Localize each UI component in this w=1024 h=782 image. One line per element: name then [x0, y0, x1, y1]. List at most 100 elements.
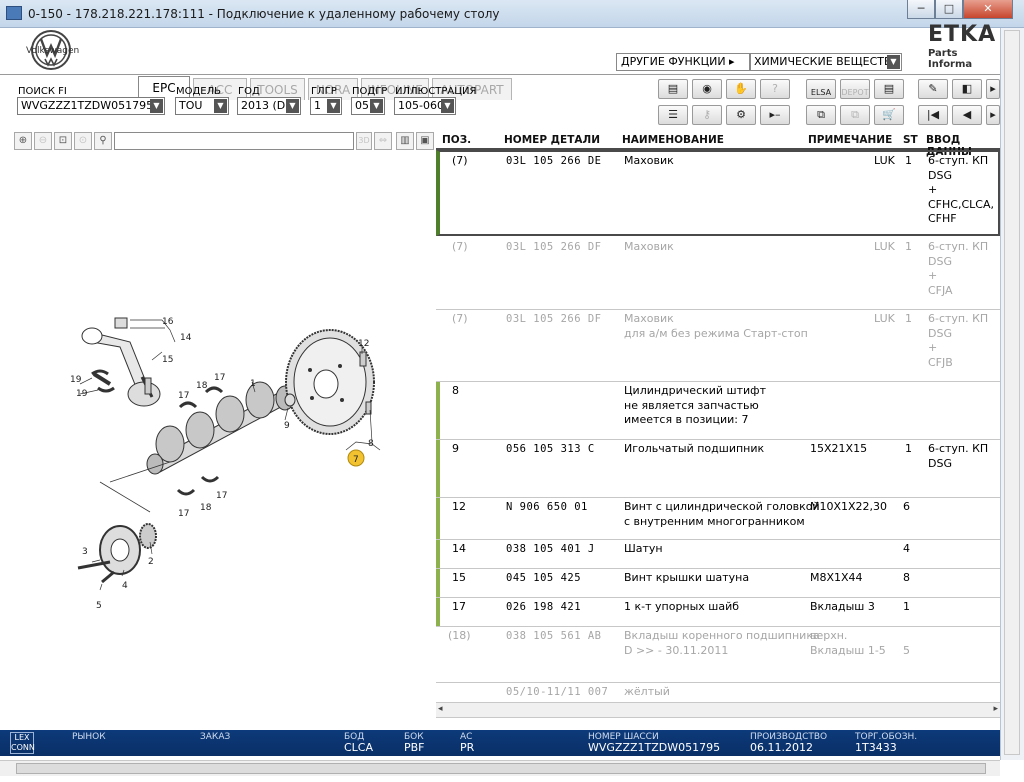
- col-name[interactable]: НАИМЕНОВАНИЕ: [622, 134, 724, 146]
- help-button[interactable]: ?: [760, 79, 790, 99]
- minimize-button[interactable]: ─: [907, 0, 935, 19]
- model-select[interactable]: TOU ▼: [175, 97, 229, 115]
- fi-value: WVGZZZ1TZDW051795: [21, 99, 154, 112]
- list-button[interactable]: ☰: [658, 105, 688, 125]
- callout-1[interactable]: 1: [250, 379, 256, 389]
- callout-3[interactable]: 3: [82, 547, 88, 557]
- table-row[interactable]: (18) 038 105 561 AB Вкладыш коренного по…: [436, 627, 1000, 683]
- key-button[interactable]: ⚷: [692, 105, 722, 125]
- col-note[interactable]: ПРИМЕЧАНИЕ: [808, 134, 892, 146]
- prev-page-button[interactable]: ◀: [952, 105, 982, 125]
- table-row[interactable]: 12 N 906 650 01 Винт с цилиндрической го…: [436, 498, 1000, 540]
- layout-icon[interactable]: ▥: [396, 132, 414, 150]
- compare-button[interactable]: ⧉: [840, 105, 870, 125]
- maximize-button[interactable]: □: [935, 0, 963, 19]
- callout-5[interactable]: 5: [96, 601, 102, 611]
- callout-8[interactable]: 8: [368, 439, 374, 449]
- extra-button[interactable]: ▸: [986, 79, 1000, 99]
- chevron-down-icon[interactable]: ▼: [370, 99, 383, 113]
- row-note: 15X21X15: [810, 442, 868, 455]
- col-st[interactable]: ST: [903, 134, 918, 146]
- col-part-number[interactable]: НОМЕР ДЕТАЛИ: [504, 134, 600, 146]
- cart-button[interactable]: 🛒: [874, 105, 904, 125]
- chevron-down-icon[interactable]: ▼: [327, 99, 340, 113]
- callout-18a[interactable]: 18: [196, 381, 208, 391]
- callout-18b[interactable]: 18: [200, 503, 212, 513]
- chevron-down-icon[interactable]: ▼: [150, 99, 163, 113]
- next-page-button[interactable]: ▸: [986, 105, 1000, 125]
- functions-select[interactable]: ХИМИЧЕСКИЕ ВЕЩЕСТВА ▼: [750, 53, 902, 71]
- other-functions-label[interactable]: ДРУГИЕ ФУНКЦИИ ▸: [616, 53, 750, 71]
- pin-button[interactable]: ✎: [918, 79, 948, 99]
- play-minus-button[interactable]: ▸–: [760, 105, 790, 125]
- callout-12[interactable]: 12: [358, 339, 369, 349]
- callout-4[interactable]: 4: [122, 581, 128, 591]
- diagram-search-input[interactable]: [114, 132, 354, 150]
- chevron-down-icon[interactable]: ▼: [441, 99, 454, 113]
- row-st: 1: [905, 154, 912, 167]
- callout-17a[interactable]: 17: [178, 391, 189, 401]
- table-row[interactable]: 8 Цилиндрический штифт не является запча…: [436, 382, 1000, 440]
- callout-9[interactable]: 9: [284, 421, 290, 431]
- print-button[interactable]: ▤: [658, 79, 688, 99]
- close-button[interactable]: ✕: [963, 0, 1013, 19]
- chevron-down-icon[interactable]: ▼: [214, 99, 227, 113]
- search-icon[interactable]: ⚲: [94, 132, 112, 150]
- col-pos[interactable]: ПОЗ.: [442, 134, 471, 146]
- table-row[interactable]: 05/10-11/11 007 жёлтый: [436, 683, 1000, 702]
- callout-14[interactable]: 14: [180, 333, 192, 343]
- callout-19b[interactable]: 19: [76, 389, 88, 399]
- first-page-button[interactable]: |◀: [918, 105, 948, 125]
- table-row[interactable]: 9 056 105 313 C Игольчатый подшипник 15X…: [436, 440, 1000, 498]
- fax-button[interactable]: ▤: [874, 79, 904, 99]
- row-st: 1: [903, 600, 910, 613]
- callout-16[interactable]: 16: [162, 317, 174, 327]
- bike-button[interactable]: ⚙: [726, 105, 756, 125]
- handshake-button[interactable]: ✋: [726, 79, 756, 99]
- callout-15[interactable]: 15: [162, 355, 173, 365]
- window-horizontal-scrollbar[interactable]: [0, 760, 1000, 776]
- zoom-out-icon[interactable]: ⊖: [34, 132, 52, 150]
- zoom-in-icon[interactable]: ⊕: [14, 132, 32, 150]
- scroll-left-icon[interactable]: ◂: [438, 704, 443, 714]
- vertical-scrollbar[interactable]: [1004, 30, 1020, 755]
- illustration-select[interactable]: 105-060 ▼: [394, 97, 456, 115]
- callout-7[interactable]: 7: [353, 455, 359, 465]
- table-row[interactable]: (7) 03L 105 266 DF Маховик LUK 1 6-ступ.…: [436, 236, 1000, 310]
- depot-button[interactable]: DEPOT: [840, 79, 870, 99]
- table-row[interactable]: 17 026 198 421 1 к-т упорных шайб Вклады…: [436, 598, 1000, 627]
- year-select[interactable]: 2013 (D) ▼: [237, 97, 301, 115]
- open-book-button[interactable]: ◧: [952, 79, 982, 99]
- hg-select[interactable]: 1 ▼: [310, 97, 342, 115]
- disc-button[interactable]: ◉: [692, 79, 722, 99]
- callout-19a[interactable]: 19: [70, 375, 82, 385]
- table-row[interactable]: (7) 03L 105 266 DF Маховик для а/м без р…: [436, 310, 1000, 382]
- image-icon[interactable]: ▣: [416, 132, 434, 150]
- split-view-icon[interactable]: ⇔: [374, 132, 392, 150]
- table-row[interactable]: 14 038 105 401 J Шатун 4: [436, 540, 1000, 569]
- chevron-down-icon[interactable]: ▼: [887, 55, 900, 69]
- table-horizontal-scrollbar[interactable]: ◂ ▸: [436, 702, 1000, 718]
- 3d-button[interactable]: 3D: [356, 132, 372, 150]
- scroll-thumb[interactable]: [16, 763, 986, 774]
- scroll-right-icon[interactable]: ▸: [993, 704, 998, 714]
- parts-table-header: ПОЗ. НОМЕР ДЕТАЛИ НАИМЕНОВАНИЕ ПРИМЕЧАНИ…: [436, 132, 1000, 158]
- copy-button[interactable]: ⧉: [806, 105, 836, 125]
- fi-field[interactable]: WVGZZZ1TZDW051795 ▼: [17, 97, 165, 115]
- status-footer: LEX CONN РЫНОК ЗАКАЗ БОД CLCA БОК PBF АС…: [0, 730, 1000, 756]
- callout-2[interactable]: 2: [148, 557, 154, 567]
- zoom-reset-icon[interactable]: ⊙: [74, 132, 92, 150]
- ug-select[interactable]: 05 ▼: [351, 97, 385, 115]
- first-page-icon: |◀: [926, 108, 940, 121]
- zoom-fit-icon[interactable]: ⊡: [54, 132, 72, 150]
- chevron-down-icon[interactable]: ▼: [286, 99, 299, 113]
- row-st: 5: [903, 643, 910, 657]
- callout-17b[interactable]: 17: [214, 373, 225, 383]
- row-pos: 17: [452, 600, 466, 613]
- elsa-button[interactable]: ELSA: [806, 79, 836, 99]
- table-row[interactable]: 15 045 105 425 Винт крышки шатуна M8X1X4…: [436, 569, 1000, 598]
- callout-17c[interactable]: 17: [178, 509, 189, 519]
- callout-17d[interactable]: 17: [216, 491, 227, 501]
- table-row[interactable]: (7) 03L 105 266 DE Маховик LUK 1 6-ступ.…: [436, 150, 1000, 236]
- parts-diagram[interactable]: 16 14 15 19 19 17 18 17 1 12 9 8 7 17 18…: [10, 152, 436, 718]
